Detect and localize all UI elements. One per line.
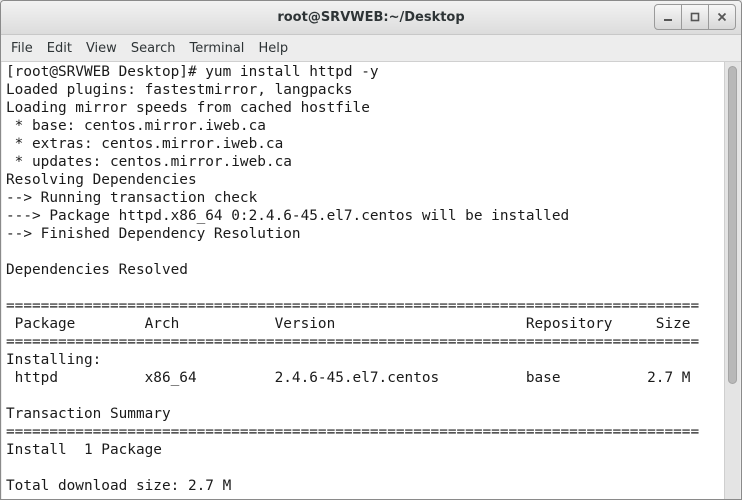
window-title: root@SRVWEB:~/Desktop — [277, 10, 465, 25]
terminal-line: * extras: centos.mirror.iweb.ca — [6, 136, 284, 152]
terminal-line: Resolving Dependencies — [6, 172, 197, 188]
minimize-icon — [664, 19, 672, 21]
maximize-icon — [690, 12, 700, 22]
terminal-line: Install 1 Package — [6, 442, 162, 458]
minimize-button[interactable] — [654, 4, 682, 30]
terminal-line: --> Running transaction check — [6, 190, 258, 206]
terminal-line: Total download size: 2.7 M — [6, 478, 232, 494]
terminal-line: ---> Package httpd.x86_64 0:2.4.6-45.el7… — [6, 208, 570, 224]
vertical-scrollbar[interactable] — [724, 62, 740, 499]
window-controls — [654, 4, 736, 30]
menu-view[interactable]: View — [79, 38, 124, 59]
terminal-line: Transaction Summary — [6, 406, 171, 422]
terminal-line: Loaded plugins: fastestmirror, langpacks — [6, 82, 353, 98]
terminal-line: [root@SRVWEB Desktop]# yum install httpd… — [6, 64, 379, 80]
title-bar[interactable]: root@SRVWEB:~/Desktop — [1, 1, 741, 35]
menu-bar: File Edit View Search Terminal Help — [1, 35, 741, 62]
terminal-line: * updates: centos.mirror.iweb.ca — [6, 154, 292, 170]
menu-search[interactable]: Search — [124, 38, 183, 59]
terminal-line: Loading mirror speeds from cached hostfi… — [6, 100, 370, 116]
terminal-line: Package Arch Version Repository Size — [6, 316, 691, 332]
terminal-line: * base: centos.mirror.iweb.ca — [6, 118, 266, 134]
terminal-line: Installing: — [6, 352, 102, 368]
close-icon — [717, 12, 727, 22]
scrollbar-thumb[interactable] — [728, 66, 737, 384]
menu-edit[interactable]: Edit — [40, 38, 79, 59]
close-button[interactable] — [708, 4, 736, 30]
terminal-line: ========================================… — [6, 334, 700, 350]
terminal-window: root@SRVWEB:~/Desktop File Edit View Sea… — [0, 0, 742, 500]
menu-file[interactable]: File — [4, 38, 40, 59]
terminal-line: ========================================… — [6, 298, 700, 314]
terminal-line: httpd x86_64 2.4.6-45.el7.centos base 2.… — [6, 370, 691, 386]
terminal-line: ========================================… — [6, 424, 700, 440]
terminal-output[interactable]: [root@SRVWEB Desktop]# yum install httpd… — [2, 62, 725, 499]
terminal-line: Dependencies Resolved — [6, 262, 188, 278]
menu-terminal[interactable]: Terminal — [182, 38, 251, 59]
terminal-lines: [root@SRVWEB Desktop]# yum install httpd… — [2, 62, 725, 495]
maximize-button[interactable] — [681, 4, 709, 30]
menu-help[interactable]: Help — [251, 38, 295, 59]
terminal-line: --> Finished Dependency Resolution — [6, 226, 301, 242]
